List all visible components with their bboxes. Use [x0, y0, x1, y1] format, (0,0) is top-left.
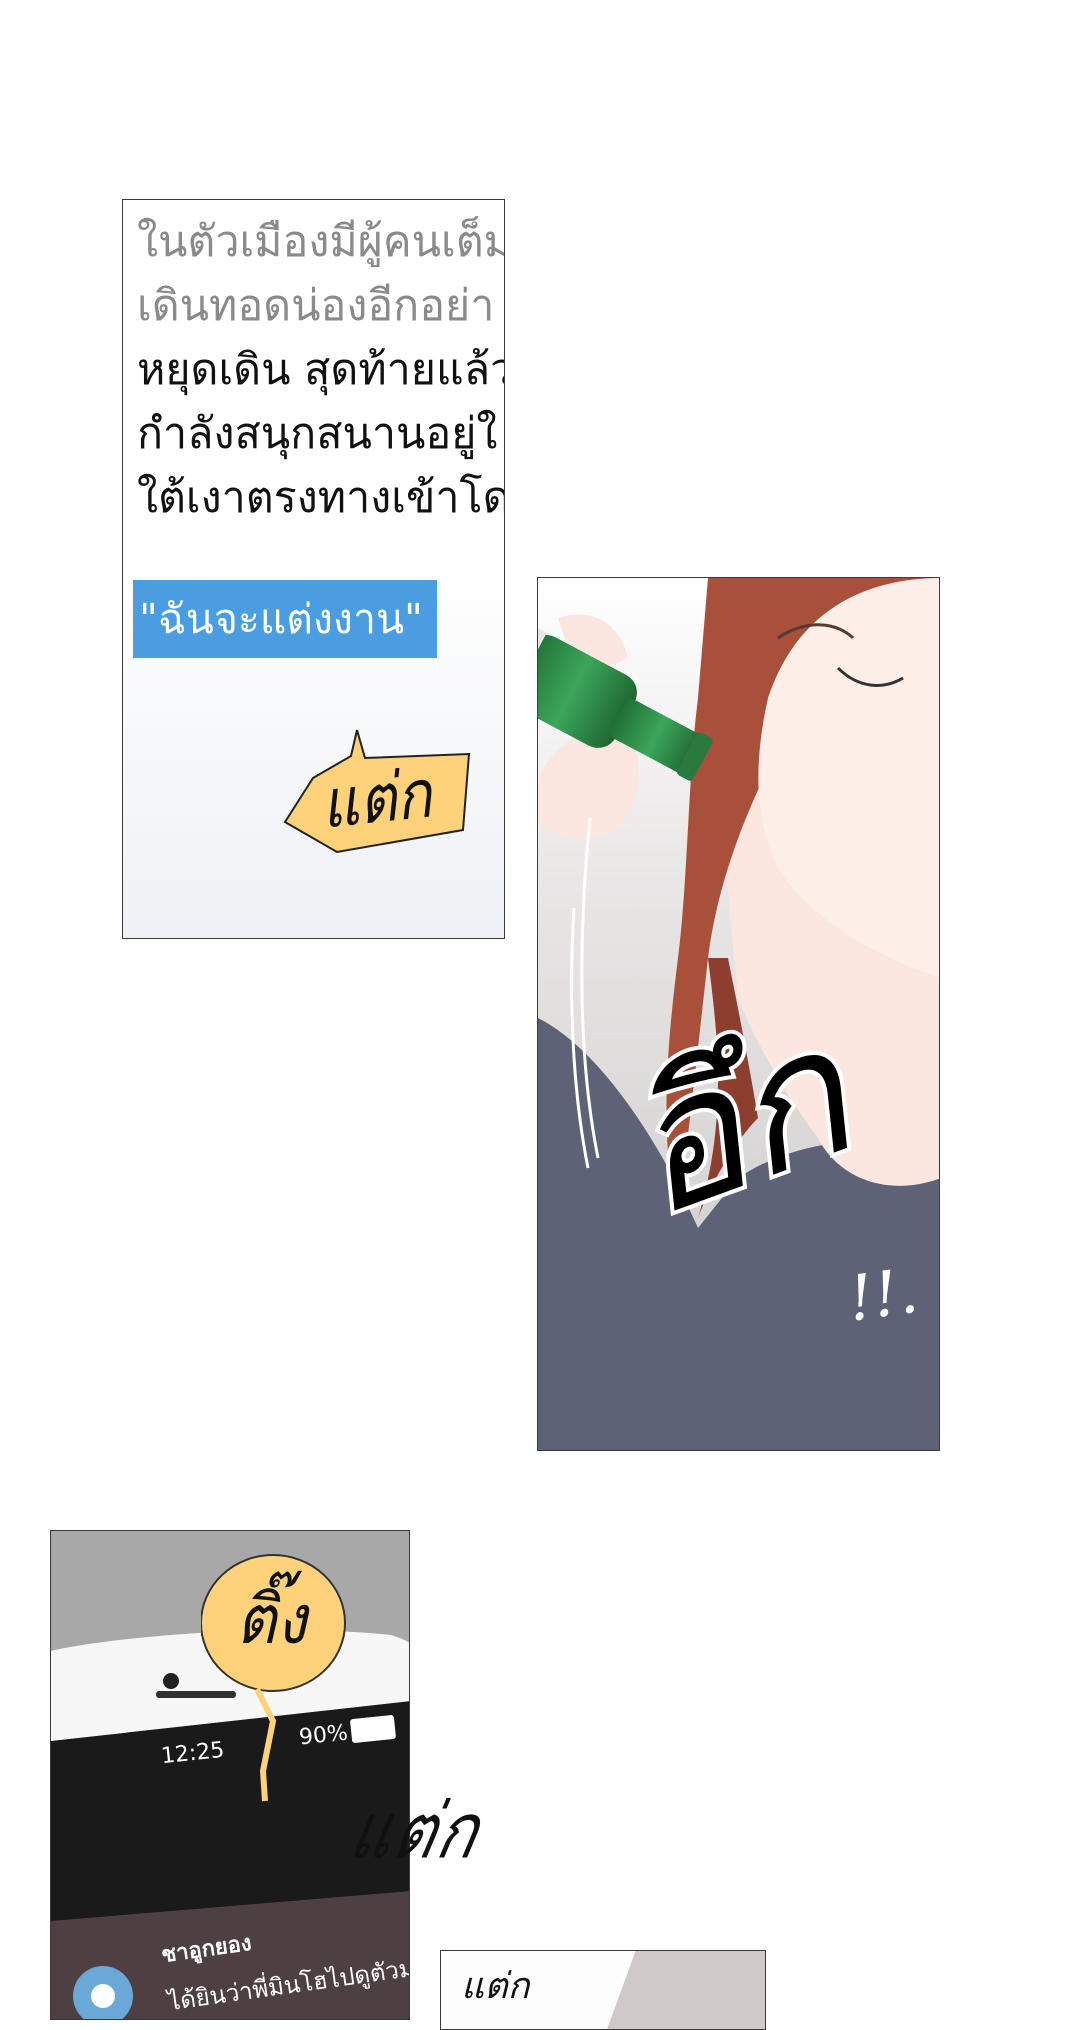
comic-panel-narration: ในตัวเมืองมีผู้คนเต็ม เดินทอดน่องอีกอย่า…: [122, 199, 505, 939]
sfx-taek-outside: แต่ก: [342, 1787, 489, 1877]
narration-line: หยุดเดิน สุดท้ายแล้ว: [137, 345, 505, 395]
narration-line: เดินทอดน่องอีกอย่า: [137, 281, 495, 331]
sfx-taek-bottom: แต่ก: [461, 1966, 530, 2007]
comic-panel-phone: 12:25 90% ชาอูกยอง ได้ยินว่าพี่มินโฮไปดู…: [50, 1530, 410, 2020]
narration-line: ใต้เงาตรงทางเข้าโด: [137, 473, 505, 523]
comic-panel-drinking: อึก !!.: [537, 577, 940, 1451]
background-shape: [606, 1951, 765, 2029]
comic-panel-partial: แต่ก: [440, 1950, 766, 2030]
narration-line: กำลังสนุกสนานอยู่ใ: [137, 409, 498, 459]
sfx-text: แต่ก: [317, 754, 436, 844]
narration-line: ในตัวเมืองมีผู้คนเต็ม: [137, 217, 505, 267]
sfx-ding: ติ๊ง: [236, 1579, 307, 1660]
sfx-marks: !!.: [843, 1253, 923, 1336]
highlighted-quote: "ฉันจะแต่งงาน": [133, 580, 437, 658]
